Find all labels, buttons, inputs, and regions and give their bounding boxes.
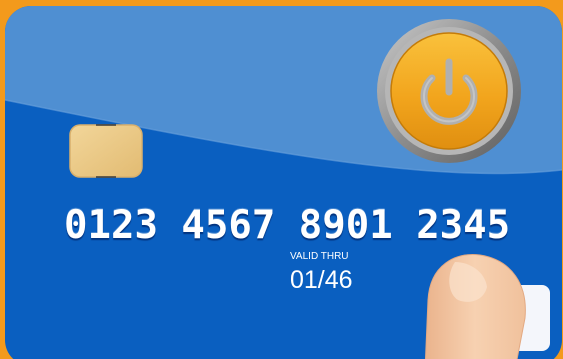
power-button[interactable] (377, 19, 521, 163)
finger-icon (424, 254, 526, 359)
expiry-date: 01/46 (290, 266, 353, 294)
valid-thru-label: VALID THRU (290, 251, 349, 262)
card-canvas: 0123 4567 8901 2345 VALID THRU 01/46 (0, 0, 563, 359)
chip-icon (69, 124, 143, 178)
credit-card (5, 6, 562, 359)
card-number: 0123 4567 8901 2345 (64, 203, 511, 248)
